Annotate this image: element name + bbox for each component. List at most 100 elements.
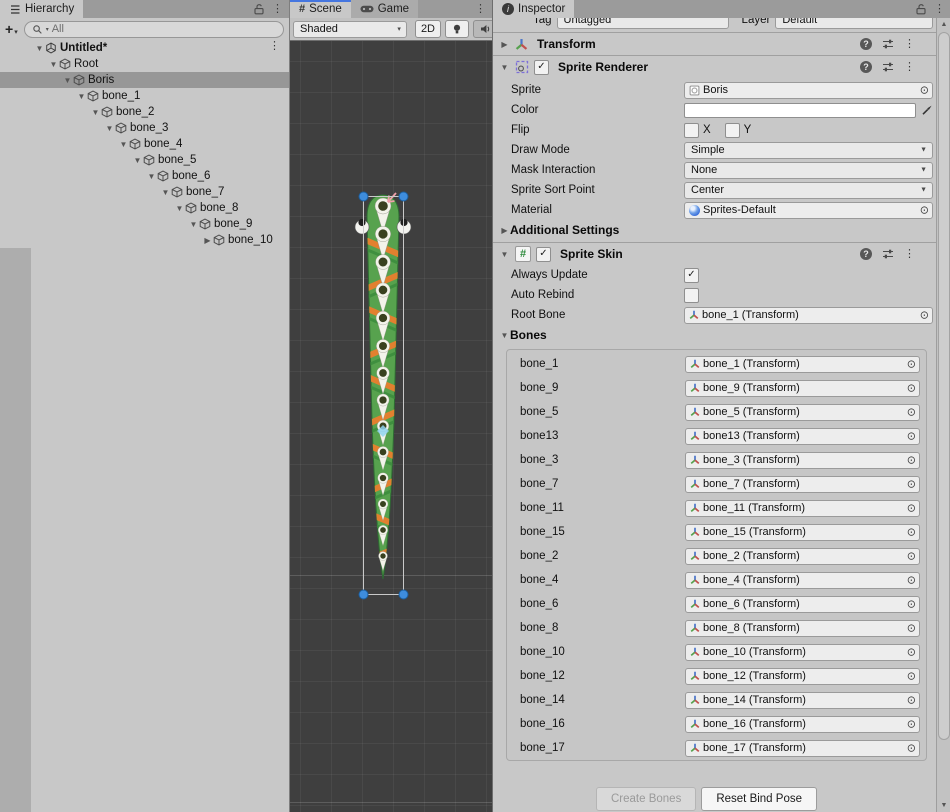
eyedropper-icon[interactable] [921,104,933,116]
handle-top-left[interactable] [359,192,368,201]
sort-point-dropdown[interactable]: Center ▼ [684,182,933,199]
bone-object-field[interactable]: bone_7 (Transform) ⊙ [685,476,920,493]
object-picker-icon[interactable]: ⊙ [907,502,916,515]
foldout-icon[interactable]: ▼ [174,204,185,213]
object-picker-icon[interactable]: ⊙ [907,382,916,395]
object-picker-icon[interactable]: ⊙ [907,478,916,491]
bone-object-field[interactable]: bone_9 (Transform) ⊙ [685,380,920,397]
sprite-skin-component-header[interactable]: ▼ # ✓ Sprite Skin ? ⋮ [493,243,937,265]
object-picker-icon[interactable]: ⊙ [907,742,916,755]
lock-icon[interactable] [253,3,265,15]
tab-hierarchy[interactable]: Hierarchy [0,0,83,18]
bone-object-field[interactable]: bone_12 (Transform) ⊙ [685,668,920,685]
sprite-renderer-component-header[interactable]: ▼ ✓ Sprite Renderer ? ⋮ [493,56,937,78]
foldout-icon[interactable]: ▼ [76,92,87,101]
bone-object-field[interactable]: bone_3 (Transform) ⊙ [685,452,920,469]
object-picker-icon[interactable]: ⊙ [920,84,929,97]
object-picker-icon[interactable]: ⊙ [907,406,916,419]
object-picker-icon[interactable]: ⊙ [907,574,916,587]
transform-component-header[interactable]: ▶ Transform ? ⋮ [493,33,937,55]
scroll-up-icon[interactable]: ▲ [937,21,950,28]
reset-bind-pose-button[interactable]: Reset Bind Pose [701,787,817,811]
bone-object-field[interactable]: bone_5 (Transform) ⊙ [685,404,920,421]
scene-lighting-button[interactable] [445,20,469,38]
bone-object-field[interactable]: bone_14 (Transform) ⊙ [685,692,920,709]
hierarchy-item-bone-10[interactable]: ▶ bone_10 [0,232,289,248]
object-picker-icon[interactable]: ⊙ [907,718,916,731]
object-picker-icon[interactable]: ⊙ [907,358,916,371]
hierarchy-item-root[interactable]: ▼ Root [0,56,289,72]
auto-rebind-checkbox[interactable] [684,288,699,303]
tag-dropdown[interactable]: Untagged [557,18,729,29]
foldout-icon[interactable]: ▶ [499,40,510,49]
component-enabled-checkbox[interactable]: ✓ [536,247,551,262]
scene-kebab-icon[interactable]: ⋮ [269,41,280,52]
help-icon[interactable]: ? [860,61,872,73]
color-swatch[interactable] [684,103,916,118]
sprite-object-field[interactable]: Boris ⊙ [684,82,933,99]
object-picker-icon[interactable]: ⊙ [907,526,916,539]
menu-kebab-icon[interactable]: ⋮ [934,4,945,15]
bone-object-field[interactable]: bone_1 (Transform) ⊙ [685,356,920,373]
flip-x-checkbox[interactable] [684,123,699,138]
shading-mode-dropdown[interactable]: Shaded ▾ [293,21,407,38]
hierarchy-item-untitled[interactable]: ▼ Untitled* ⋮ [0,40,289,56]
hierarchy-item-bone-2[interactable]: ▼ bone_2 [0,104,289,120]
object-picker-icon[interactable]: ⊙ [907,550,916,563]
root-bone-object-field[interactable]: bone_1 (Transform) ⊙ [684,307,933,324]
layer-dropdown[interactable]: Default [775,18,933,29]
object-picker-icon[interactable]: ⊙ [907,430,916,443]
lock-icon[interactable] [915,3,927,15]
bone-object-field[interactable]: bone_6 (Transform) ⊙ [685,596,920,613]
foldout-icon[interactable]: ▼ [160,188,171,197]
foldout-icon[interactable]: ▼ [62,76,73,85]
bones-foldout[interactable]: ▼ Bones [493,325,937,345]
handle-top-right[interactable] [399,192,408,201]
material-object-field[interactable]: Sprites-Default ⊙ [684,202,933,219]
hierarchy-item-bone-9[interactable]: ▼ bone_9 [0,216,289,232]
hierarchy-search-input[interactable]: ▾ All [24,21,284,38]
inspector-scrollbar[interactable]: ▲ ▼ [936,18,950,812]
bone-object-field[interactable]: bone_11 (Transform) ⊙ [685,500,920,517]
foldout-icon[interactable]: ▼ [90,108,101,117]
scroll-down-icon[interactable]: ▼ [937,802,950,809]
hierarchy-item-bone-7[interactable]: ▼ bone_7 [0,184,289,200]
bone-object-field[interactable]: bone13 (Transform) ⊙ [685,428,920,445]
handle-bottom-left[interactable] [359,590,368,599]
bone-object-field[interactable]: bone_10 (Transform) ⊙ [685,644,920,661]
foldout-icon[interactable]: ▼ [146,172,157,181]
menu-kebab-icon[interactable]: ⋮ [904,62,915,73]
hierarchy-item-bone-1[interactable]: ▼ bone_1 [0,88,289,104]
tab-scene[interactable]: # Scene [290,0,351,18]
draw-mode-dropdown[interactable]: Simple ▼ [684,142,933,159]
bone-object-field[interactable]: bone_8 (Transform) ⊙ [685,620,920,637]
object-picker-icon[interactable]: ⊙ [907,646,916,659]
foldout-icon[interactable]: ▼ [188,220,199,229]
bone-object-field[interactable]: bone_17 (Transform) ⊙ [685,740,920,757]
bone-object-field[interactable]: bone_4 (Transform) ⊙ [685,572,920,589]
additional-settings-foldout[interactable]: ▶ Additional Settings [493,220,937,240]
foldout-icon[interactable]: ▼ [499,63,510,72]
help-icon[interactable]: ? [860,248,872,260]
foldout-icon[interactable]: ▼ [34,44,45,53]
toggle-2d-button[interactable]: 2D [415,20,441,38]
bone-object-field[interactable]: bone_15 (Transform) ⊙ [685,524,920,541]
menu-kebab-icon[interactable]: ⋮ [904,249,915,260]
foldout-icon[interactable]: ▼ [132,156,143,165]
foldout-icon[interactable]: ▼ [499,250,510,259]
scrollbar-thumb[interactable] [938,32,950,740]
scene-viewport[interactable] [290,41,492,812]
bone-object-field[interactable]: bone_16 (Transform) ⊙ [685,716,920,733]
object-picker-icon[interactable]: ⊙ [907,694,916,707]
create-object-button[interactable]: + ▾ [5,21,18,37]
object-picker-icon[interactable]: ⊙ [907,670,916,683]
menu-kebab-icon[interactable]: ⋮ [904,39,915,50]
menu-kebab-icon[interactable]: ⋮ [475,4,486,15]
hierarchy-item-bone-4[interactable]: ▼ bone_4 [0,136,289,152]
tab-game[interactable]: Game [351,0,418,18]
component-enabled-checkbox[interactable]: ✓ [534,60,549,75]
presets-icon[interactable] [882,248,894,260]
hierarchy-item-boris[interactable]: ▼ Boris [0,72,289,88]
mask-interaction-dropdown[interactable]: None ▼ [684,162,933,179]
tab-inspector[interactable]: i Inspector [493,0,574,18]
